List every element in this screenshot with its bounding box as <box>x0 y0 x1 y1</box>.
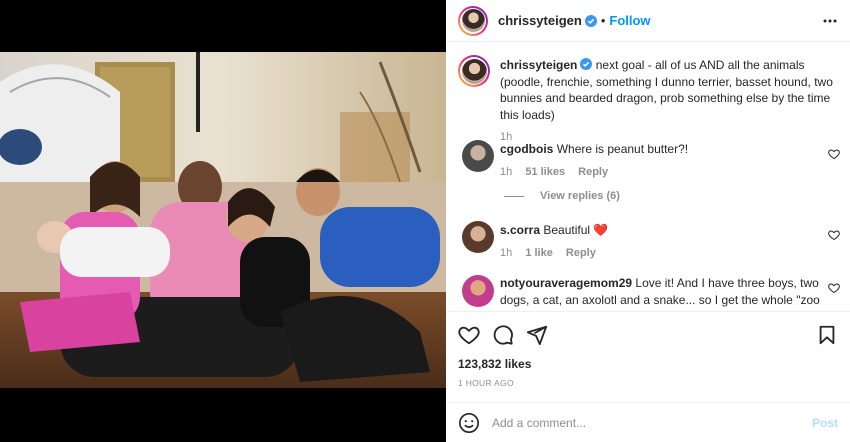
comment-time: 1h <box>500 246 513 259</box>
comment-item: s.corra Beautiful ❤️ 1h 1 like Reply <box>500 222 820 261</box>
emoji-icon[interactable] <box>458 412 480 434</box>
likes-count[interactable]: 123,832 likes <box>458 357 531 371</box>
post-actions-bar <box>446 311 850 355</box>
heart-emoji: ❤️ <box>593 223 609 237</box>
verified-badge-icon <box>584 14 597 27</box>
comment-username[interactable]: cgodbois <box>500 142 553 156</box>
reply-button[interactable]: Reply <box>578 166 608 178</box>
comment-username[interactable]: s.corra <box>500 223 540 237</box>
heart-icon[interactable] <box>828 282 840 294</box>
caption-body: chrissyteigen next goal - all of us AND … <box>500 57 840 146</box>
family-photo-illustration <box>0 52 446 388</box>
heart-icon[interactable] <box>458 324 480 346</box>
verified-badge-icon <box>580 58 593 70</box>
comment-avatar[interactable] <box>462 221 494 253</box>
comment-time: 1h <box>500 165 513 178</box>
post-media-panel <box>0 0 446 442</box>
post-details-panel: chrissyteigen • Follow chrissyteigen nex… <box>446 0 850 442</box>
heart-icon[interactable] <box>828 148 840 160</box>
follow-button[interactable]: Follow <box>609 13 650 28</box>
comment-avatar[interactable] <box>462 275 494 307</box>
post-comment-button[interactable]: Post <box>812 416 838 430</box>
comment-item: cgodbois Where is peanut butter?! 1h 51 … <box>500 141 820 180</box>
more-options-icon[interactable] <box>822 13 838 29</box>
view-replies-button[interactable]: View replies (6) <box>504 190 620 202</box>
reply-button[interactable]: Reply <box>566 247 596 259</box>
heart-icon[interactable] <box>828 229 840 241</box>
comments-list[interactable]: chrissyteigen next goal - all of us AND … <box>446 43 850 311</box>
comment-avatar[interactable] <box>462 140 494 172</box>
caption-avatar[interactable] <box>458 55 490 87</box>
post-caption: chrissyteigen next goal - all of us AND … <box>458 55 838 143</box>
bookmark-icon[interactable] <box>816 324 838 346</box>
comment-text: Where is peanut butter?! <box>556 142 689 156</box>
comment-icon[interactable] <box>492 324 514 346</box>
comment-item: notyouraveragemom29 Love it! And I have … <box>500 275 820 308</box>
add-comment-bar: Post <box>446 402 850 442</box>
comment-input[interactable] <box>492 415 812 430</box>
post-header: chrissyteigen • Follow <box>446 0 850 42</box>
share-icon[interactable] <box>526 324 548 346</box>
comment-username[interactable]: notyouraveragemom29 <box>500 276 632 290</box>
caption-username[interactable]: chrissyteigen <box>500 58 577 72</box>
comment-likes[interactable]: 1 like <box>525 247 553 259</box>
view-replies-label: View replies (6) <box>540 190 620 202</box>
post-photo[interactable] <box>0 52 446 388</box>
comment-likes[interactable]: 51 likes <box>525 166 565 178</box>
posted-time: 1 HOUR AGO <box>458 378 514 388</box>
comment-text: Beautiful <box>543 223 591 237</box>
author-avatar[interactable] <box>458 5 488 36</box>
separator-dot: • <box>600 13 606 28</box>
author-username[interactable]: chrissyteigen <box>498 13 582 28</box>
